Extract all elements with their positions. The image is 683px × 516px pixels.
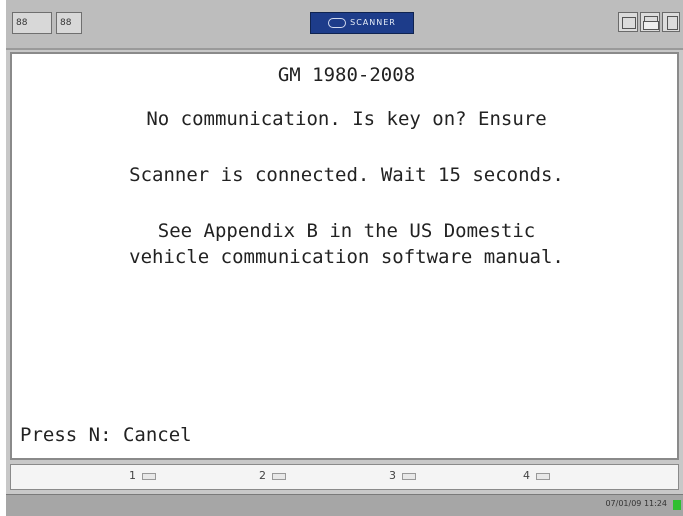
save-icon[interactable] [662,12,680,32]
logo-oval-icon [328,17,347,28]
window-icon[interactable] [618,12,638,32]
menu-button[interactable]: 88 [56,12,82,34]
function-key-3[interactable]: 3 [389,469,416,482]
print-icon[interactable] [640,12,660,32]
function-key-label: 1 [129,469,136,482]
function-key-label: 4 [523,469,530,482]
function-key-2[interactable]: 2 [259,469,286,482]
function-key-label: 3 [389,469,396,482]
status-indicator-icon [673,500,681,510]
message-line-1: No communication. Is key on? Ensure [146,108,547,130]
message-line-3: See Appendix B in the US Domestic [157,220,536,242]
top-toolbar: 88 88 SCANNER [6,0,683,50]
function-key-label: 2 [259,469,266,482]
cancel-prompt: Press N: Cancel [20,424,192,446]
message-screen: GM 1980-2008 No communication. Is key on… [10,52,679,460]
function-key-1[interactable]: 1 [129,469,156,482]
scanner-logo: SCANNER [310,12,414,34]
logo-text: SCANNER [350,18,396,27]
key-indicator-icon [402,472,416,480]
key-indicator-icon [272,472,286,480]
function-key-bar: 1 2 3 4 [10,464,679,490]
key-indicator-icon [536,472,550,480]
mode-button[interactable]: 88 [12,12,52,34]
status-datetime: 07/01/09 11:24 [605,499,667,508]
message-line-4: vehicle communication software manual. [129,246,564,268]
message-line-2: Scanner is connected. Wait 15 seconds. [129,164,564,186]
screen-title: GM 1980-2008 [277,64,416,86]
function-key-4[interactable]: 4 [523,469,550,482]
status-bar: 07/01/09 11:24 [6,494,683,516]
key-indicator-icon [142,472,156,480]
scanner-window: 88 88 SCANNER GM 1980-2008 No communicat… [6,0,683,516]
